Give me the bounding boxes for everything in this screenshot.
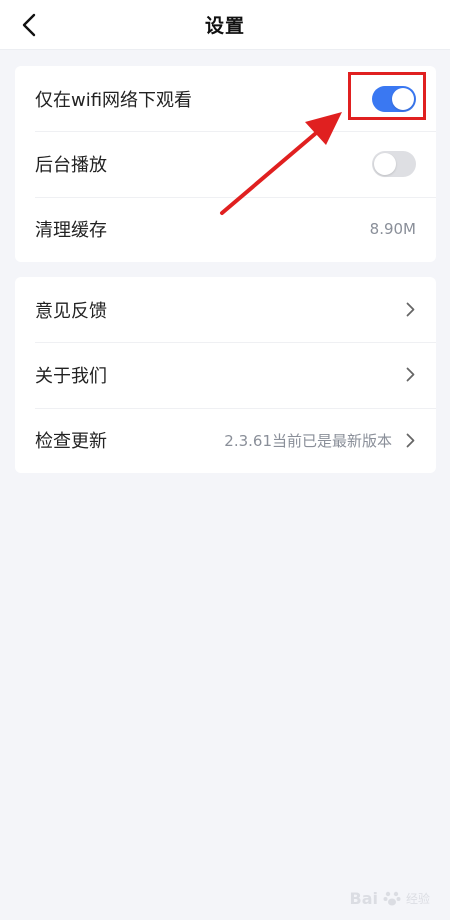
- chevron-right-icon: [406, 302, 416, 318]
- setting-row-wifi-only[interactable]: 仅在wifi网络下观看: [15, 66, 436, 131]
- settings-card-about: 意见反馈 关于我们 检查更新 2.3.61当前已是最新版本: [15, 277, 436, 473]
- paw-icon: [383, 891, 401, 906]
- watermark-logo: Bai 经验: [350, 888, 431, 908]
- toggle-knob: [374, 152, 396, 175]
- background-play-toggle[interactable]: [372, 150, 416, 177]
- setting-label-clear-cache: 清理缓存: [35, 220, 107, 242]
- setting-label-wifi-only: 仅在wifi网络下观看: [35, 89, 193, 111]
- settings-card-general: 仅在wifi网络下观看 后台播放 清理缓存 8.90M: [15, 66, 436, 262]
- setting-row-feedback[interactable]: 意见反馈: [15, 277, 436, 342]
- nav-header: 设置: [0, 0, 450, 50]
- cache-size-value: 8.90M: [369, 220, 416, 239]
- setting-row-check-update[interactable]: 检查更新 2.3.61当前已是最新版本: [15, 407, 436, 473]
- watermark-text: Bai: [349, 888, 378, 908]
- wifi-only-toggle[interactable]: [372, 85, 416, 112]
- back-button[interactable]: [12, 8, 46, 42]
- chevron-right-icon: [406, 432, 416, 448]
- setting-row-clear-cache[interactable]: 清理缓存 8.90M: [15, 196, 436, 262]
- setting-label-background-play: 后台播放: [35, 154, 107, 176]
- watermark-suffix: 经验: [405, 891, 430, 906]
- page-title: 设置: [204, 15, 245, 37]
- setting-label-feedback: 意见反馈: [35, 300, 107, 322]
- setting-row-background-play[interactable]: 后台播放: [15, 131, 436, 196]
- chevron-right-icon: [406, 367, 416, 383]
- setting-row-about-us[interactable]: 关于我们: [15, 342, 436, 407]
- chevron-left-icon: [22, 13, 36, 37]
- setting-label-about-us: 关于我们: [35, 365, 107, 387]
- setting-label-check-update: 检查更新: [35, 431, 107, 453]
- toggle-knob: [392, 87, 414, 110]
- version-status-value: 2.3.61当前已是最新版本: [224, 431, 392, 450]
